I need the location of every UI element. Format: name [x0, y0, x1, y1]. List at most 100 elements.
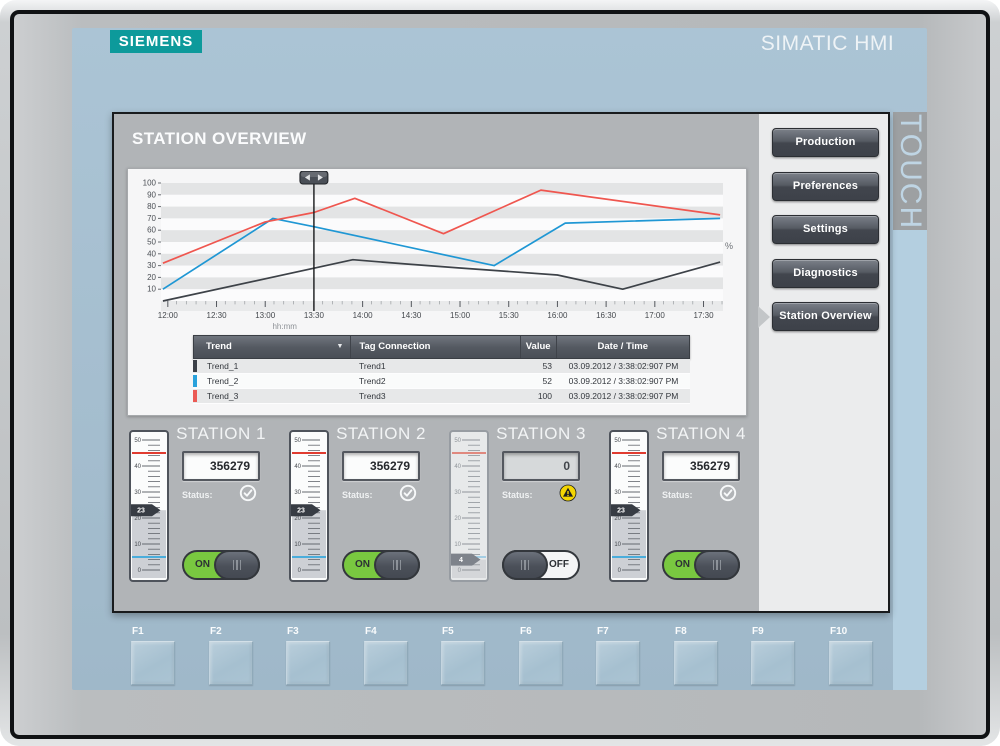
knob-grip — [520, 560, 523, 570]
svg-text:80: 80 — [147, 202, 156, 211]
table-header-cell-trend[interactable]: Trend ▼ — [194, 336, 352, 358]
knob-grip — [392, 560, 395, 570]
nav-button-settings[interactable]: Settings — [772, 215, 879, 244]
cell-value: 100 — [537, 391, 552, 401]
page-title: STATION OVERVIEW — [132, 129, 307, 148]
station-title: STATION 2 — [336, 424, 426, 443]
table-header: Trend ▼ Tag Connection Value Date / Time — [193, 335, 690, 359]
station-toggle[interactable]: ON — [182, 550, 260, 580]
svg-text:15:00: 15:00 — [450, 311, 471, 320]
svg-text:16:30: 16:30 — [596, 311, 617, 320]
fkey-label-f10: F10 — [830, 626, 848, 637]
nav-button-station-overview[interactable]: Station Overview — [772, 302, 879, 331]
fkey-f9[interactable] — [751, 641, 795, 685]
station-toggle[interactable]: OFF — [502, 550, 580, 580]
table-header-cell-date-time[interactable]: Date / Time — [557, 336, 689, 358]
cell-value: 52 — [542, 376, 552, 386]
station-slider[interactable]: 0 10 20 30 40 50 4 — [449, 430, 489, 582]
station-slider[interactable]: 0 10 20 30 40 50 23 — [129, 430, 169, 582]
fkey-label-f8: F8 — [675, 626, 687, 637]
cell-date-time: 03.09.2012 / 3:38:02:907 PM — [568, 376, 679, 386]
toggle-state-label: ON — [675, 559, 690, 570]
fkey-f2[interactable] — [209, 641, 253, 685]
svg-text:23: 23 — [617, 508, 625, 515]
cell-tag-connection: Trend3 — [359, 391, 386, 401]
fkey-label-f4: F4 — [365, 626, 377, 637]
status-warning-icon — [559, 484, 577, 502]
fkey-f7[interactable] — [596, 641, 640, 685]
sort-arrow-icon[interactable]: ▼ — [336, 336, 343, 358]
fkey-label-f9: F9 — [752, 626, 764, 637]
fkey-f8[interactable] — [674, 641, 718, 685]
svg-text:12:30: 12:30 — [207, 311, 228, 320]
station-display[interactable]: 356279 — [662, 451, 740, 481]
svg-text:17:30: 17:30 — [694, 311, 715, 320]
fkey-f4[interactable] — [364, 641, 408, 685]
fkey-f10[interactable] — [829, 641, 873, 685]
table-row[interactable]: Trend_1 Trend1 53 03.09.2012 / 3:38:02:907 … — [193, 359, 690, 374]
cell-date-time: 03.09.2012 / 3:38:02:907 PM — [568, 361, 679, 371]
table-row[interactable]: Trend_2 Trend2 52 03.09.2012 / 3:38:02:907 … — [193, 374, 690, 389]
trend-color-chip — [193, 390, 197, 402]
table-header-cell-value[interactable]: Value — [521, 336, 557, 358]
svg-text:23: 23 — [137, 508, 145, 515]
station-group-4: STATION 4 0 10 20 30 40 50 23 356279 Status: ON — [609, 424, 764, 602]
cell-tag-connection: Trend1 — [359, 361, 386, 371]
svg-text:%: % — [725, 241, 733, 251]
toggle-state-label: ON — [355, 559, 370, 570]
touch-label: TOUCH — [894, 114, 927, 231]
svg-text:50: 50 — [294, 438, 301, 444]
fkey-f6[interactable] — [519, 641, 563, 685]
nav-button-diagnostics[interactable]: Diagnostics — [772, 258, 879, 288]
svg-text:13:30: 13:30 — [304, 311, 325, 320]
table-row[interactable]: Trend_3 Trend3 100 03.09.2012 / 3:38:02:907… — [193, 389, 690, 404]
status-label: Status: — [342, 490, 373, 500]
svg-text:30: 30 — [454, 490, 461, 496]
station-display[interactable]: 356279 — [182, 451, 260, 481]
svg-text:40: 40 — [134, 464, 141, 470]
cell-trend: Trend_2 — [207, 376, 239, 386]
toggle-state-label: ON — [195, 559, 210, 570]
svg-text:12:00: 12:00 — [158, 311, 179, 320]
station-group-2: STATION 2 0 10 20 30 40 50 23 356279 Status: ON — [289, 424, 444, 602]
toggle-knob[interactable] — [214, 550, 260, 580]
hmi-device: TOUCH SIEMENS SIMATIC HMI STATION OVERVI… — [0, 0, 1000, 746]
fkey-f5[interactable] — [441, 641, 485, 685]
station-display[interactable]: 356279 — [342, 451, 420, 481]
nav-button-preferences[interactable]: Preferences — [772, 171, 879, 201]
trend-table: Trend ▼ Tag Connection Value Date / Time Tren… — [193, 335, 690, 404]
svg-text:70: 70 — [147, 214, 156, 223]
status-ok-icon — [399, 484, 417, 502]
svg-text:hh:mm: hh:mm — [272, 322, 297, 331]
cell-date-time: 03.09.2012 / 3:38:02:907 PM — [568, 391, 679, 401]
trend-color-chip — [193, 360, 197, 372]
fkey-label-f5: F5 — [442, 626, 454, 637]
svg-text:40: 40 — [454, 464, 461, 470]
station-toggle[interactable]: ON — [662, 550, 740, 580]
station-title: STATION 1 — [176, 424, 266, 443]
svg-text:30: 30 — [294, 490, 301, 496]
station-display[interactable]: 0 — [502, 451, 580, 481]
fkey-f1[interactable] — [131, 641, 175, 685]
toggle-knob[interactable] — [502, 550, 548, 580]
knob-grip — [712, 560, 715, 570]
svg-text:20: 20 — [454, 516, 461, 522]
cell-value: 53 — [542, 361, 552, 371]
svg-text:30: 30 — [134, 490, 141, 496]
fkey-label-f1: F1 — [132, 626, 144, 637]
toggle-knob[interactable] — [694, 550, 740, 580]
station-slider[interactable]: 0 10 20 30 40 50 23 — [289, 430, 329, 582]
nav-button-production[interactable]: Production — [772, 128, 879, 157]
station-slider[interactable]: 0 10 20 30 40 50 23 — [609, 430, 649, 582]
station-group-3: STATION 3 0 10 20 30 40 50 4 0 Status: OFF — [449, 424, 604, 602]
svg-text:40: 40 — [147, 249, 156, 258]
table-header-cell-tag-connection[interactable]: Tag Connection — [351, 336, 521, 358]
station-toggle[interactable]: ON — [342, 550, 420, 580]
station-title: STATION 3 — [496, 424, 586, 443]
toggle-knob[interactable] — [374, 550, 420, 580]
svg-text:20: 20 — [294, 516, 301, 522]
nav-active-arrow — [758, 305, 770, 328]
fkey-f3[interactable] — [286, 641, 330, 685]
svg-text:23: 23 — [297, 508, 305, 515]
svg-text:20: 20 — [134, 516, 141, 522]
